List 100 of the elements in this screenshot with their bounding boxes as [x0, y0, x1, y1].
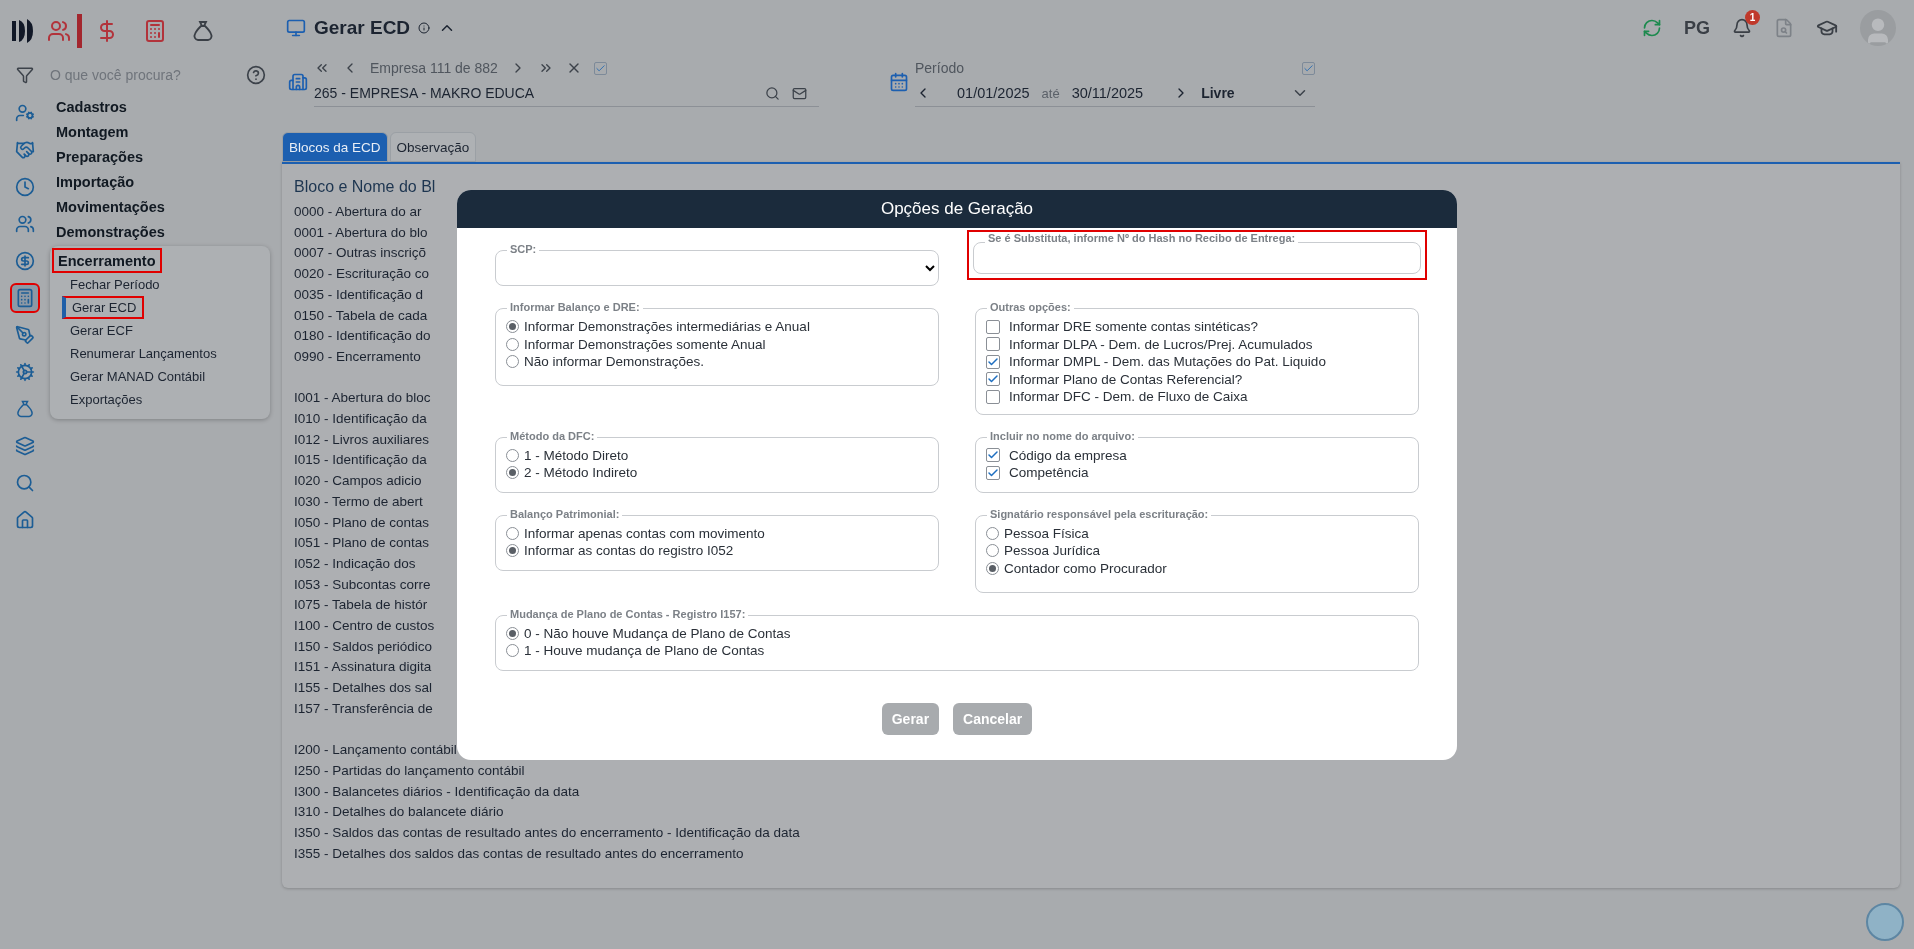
menu-section[interactable]: Montagem: [50, 119, 135, 144]
submenu-item[interactable]: Gerar ECF: [62, 319, 141, 342]
building-icon: [288, 71, 308, 92]
option[interactable]: Informar apenas contas com movimento: [506, 524, 928, 542]
company-counter: Empresa 111 de 882: [370, 60, 498, 76]
option[interactable]: 1 - Houve mudança de Plano de Contas: [506, 642, 1408, 660]
option[interactable]: Informar DLPA - Dem. de Lucros/Prej. Acumulados: [986, 335, 1408, 353]
option[interactable]: Pessoa Jurídica: [986, 542, 1408, 560]
monitor-icon: [286, 18, 306, 38]
block-row-text: 0020 - Escrituração co: [294, 265, 430, 284]
option[interactable]: 1 - Método Direto: [506, 446, 928, 464]
menu-section[interactable]: Demonstrações: [50, 219, 171, 244]
block-row-text: 0035 - Identificação d: [294, 285, 424, 304]
option[interactable]: Contador como Procurador: [986, 559, 1408, 577]
user-initials[interactable]: PG: [1684, 17, 1710, 39]
cog-icon: [15, 362, 35, 382]
checkbox[interactable]: [986, 354, 1000, 369]
filter-icon[interactable]: [16, 66, 34, 84]
block-row-text: I050 - Plano de contas: [294, 513, 430, 532]
group-legend: Informar Balanço e DRE:: [507, 301, 643, 313]
option[interactable]: Não informar Demonstrações.: [506, 353, 928, 371]
option[interactable]: Pessoa Física: [986, 524, 1408, 542]
block-row-text: I052 - Indicação dos: [294, 554, 416, 573]
block-row-text: I053 - Subcontas corre: [294, 575, 431, 594]
bell-icon[interactable]: [1732, 18, 1752, 38]
layers-icon: [15, 436, 35, 456]
block-row-text: I350 - Saldos das contas de resultado antes do encerramento - Identificação da data: [294, 824, 800, 843]
end-date[interactable]: 30/11/2025: [1071, 85, 1144, 101]
option[interactable]: Informar Demonstrações somente Anual: [506, 335, 928, 353]
home-icon: [15, 510, 35, 530]
menu-section[interactable]: Preparações: [50, 144, 150, 169]
submenu-item[interactable]: Renumerar Lançamentos: [62, 342, 225, 365]
option[interactable]: Informar DMPL - Dem. das Mutações do Pat. Liquido: [986, 353, 1408, 371]
submenu-item[interactable]: Exportações: [62, 388, 151, 411]
block-row-text: I100 - Centro de custos: [294, 617, 435, 636]
company-name[interactable]: 265 - EMPRESA - MAKRO EDUCA: [314, 85, 535, 101]
block-row-text: 0001 - Abertura do blo: [294, 223, 428, 242]
menu-section[interactable]: Cadastros: [50, 94, 133, 119]
submenu-item[interactable]: Gerar MANAD Contábil: [62, 365, 214, 388]
submenu-item[interactable]: Fechar Período: [62, 273, 168, 296]
mail-icon[interactable]: [792, 85, 807, 101]
checkbox[interactable]: [986, 372, 1000, 387]
menu-section[interactable]: Importação: [50, 169, 141, 194]
period-mode[interactable]: Livre: [1201, 85, 1279, 101]
rail-button[interactable]: [10, 283, 40, 313]
period-label: Período: [915, 60, 965, 76]
company-checkbox[interactable]: [593, 61, 607, 75]
calendar-icon: [889, 71, 909, 92]
clock-icon: [15, 177, 35, 197]
block-row-text: I310 - Detalhes do balancete diário: [294, 803, 504, 822]
block-row-text: I150 - Saldos periódico: [294, 637, 433, 656]
option[interactable]: Informar DRE somente contas sintéticas?: [986, 318, 1408, 336]
option[interactable]: Informar Demonstrações intermediárias e Anual: [506, 318, 928, 336]
group-legend: Método da DFC:: [507, 429, 598, 442]
help-icon[interactable]: [246, 65, 266, 85]
tab[interactable]: Blocos da ECD: [282, 132, 388, 162]
hash-input[interactable]: [973, 242, 1421, 274]
block-row-text: I030 - Termo de abert: [294, 492, 423, 511]
option[interactable]: Informar as contas do registro I052: [506, 542, 928, 560]
checkbox[interactable]: [986, 465, 1000, 480]
checkbox[interactable]: [986, 337, 1000, 352]
block-row-text: I151 - Assinatura digita: [294, 658, 432, 677]
block-row-text: I355 - Detalhes dos saldos das contas de resultado antes do encerramento: [294, 844, 744, 863]
handshake-icon: [15, 140, 35, 160]
checkbox[interactable]: [986, 319, 1000, 334]
group-legend: Signatário responsável pela escrituração:: [987, 507, 1212, 520]
checkbox[interactable]: [986, 448, 1000, 463]
block-row-text: 0150 - Tabela de cada: [294, 306, 428, 325]
period-checkbox[interactable]: [1302, 61, 1315, 75]
block-row-text: 0990 - Encerramento: [294, 347, 421, 366]
users-icon: [15, 214, 35, 234]
field-legend: Se é Substituta, informe Nº do Hash no Recibo de Entrega:: [985, 232, 1299, 244]
option[interactable]: Competência: [986, 464, 1408, 482]
group-legend: Mudança de Plano de Contas - Registro I157:: [507, 607, 749, 620]
option[interactable]: Informar DFC - Dem. de Fluxo de Caixa: [986, 388, 1408, 406]
field-legend: SCP:: [507, 243, 540, 255]
info-icon[interactable]: [418, 22, 431, 34]
block-row-text: 0007 - Outras inscriçõ: [294, 244, 427, 263]
search-icon[interactable]: [765, 85, 780, 101]
block-row-text: I300 - Balancetes diários - Identificação da data: [294, 782, 580, 801]
option[interactable]: Código da empresa: [986, 446, 1408, 464]
submenu-item[interactable]: Gerar ECD: [62, 296, 145, 319]
block-row-text: I020 - Campos adicio: [294, 472, 422, 491]
block-row-text: I157 - Transferência de: [294, 699, 433, 718]
option[interactable]: Informar Plano de Contas Referencial?: [986, 370, 1408, 388]
document-search-icon[interactable]: [1774, 18, 1794, 38]
menu-section[interactable]: Encerramento: [52, 248, 162, 273]
checkbox[interactable]: [986, 389, 1000, 404]
block-row-text: I200 - Lançamento contábil: [294, 741, 457, 760]
assistant-avatar[interactable]: [1866, 903, 1904, 941]
notification-badge: 1: [1745, 10, 1760, 25]
group-legend: Incluir no nome do arquivo:: [987, 429, 1138, 442]
refresh-icon[interactable]: [1642, 18, 1662, 38]
block-row-text: I051 - Plano de contas: [294, 534, 430, 553]
option[interactable]: 2 - Método Indireto: [506, 464, 928, 482]
start-date[interactable]: 01/01/2025: [957, 85, 1030, 101]
block-row-text: I075 - Tabela de histór: [294, 596, 428, 615]
tab[interactable]: Observação: [389, 132, 477, 162]
menu-section[interactable]: Movimentações: [50, 194, 171, 219]
option[interactable]: 0 - Não houve Mudança de Plano de Contas: [506, 624, 1408, 642]
